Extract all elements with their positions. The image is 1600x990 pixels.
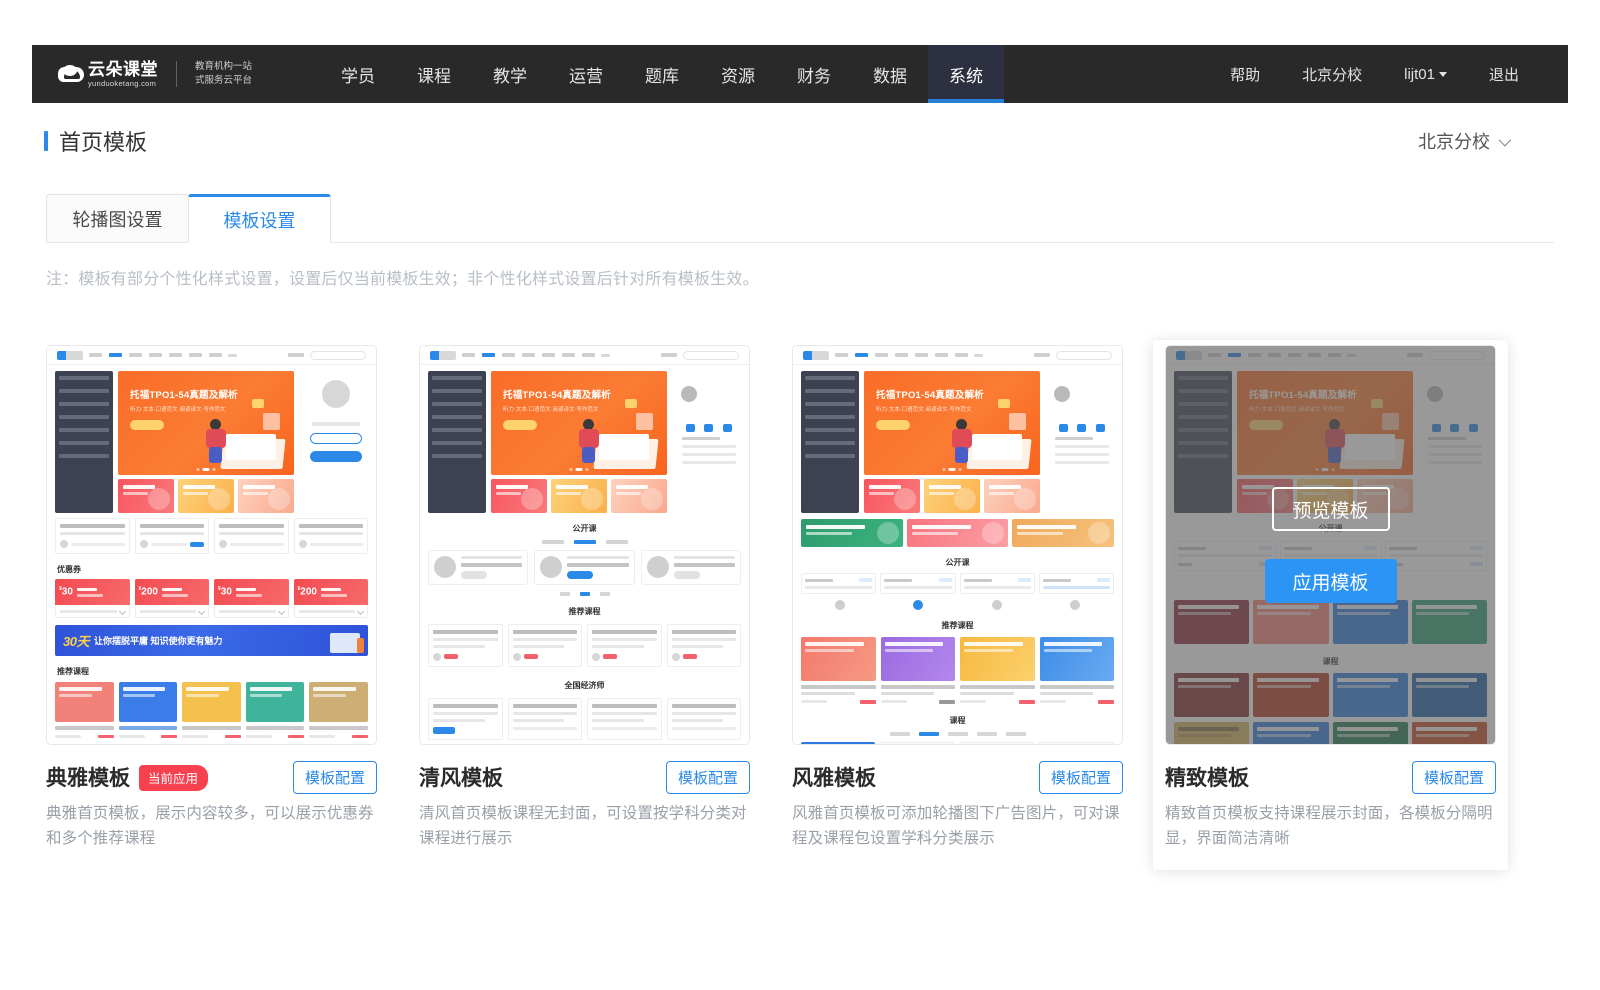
mock-section-recommend: 推荐课程 [428,606,741,617]
mock-wide-banner-text: 让你摆脱平庸 知识使你更有魅力 [94,634,223,647]
chevron-down-icon [1499,133,1512,146]
template-description: 清风首页模板课程无封面，可设置按学科分类对课程进行展示 [419,801,750,852]
mock-section-coupon: 优惠券 [57,564,368,575]
mock-section-openclass: 公开课 [801,557,1114,568]
brand-tagline: 教育机构一站 式服务云平台 [195,60,252,88]
template-config-button[interactable]: 模板配置 [1412,761,1496,794]
template-card-meta: 风雅模板 模板配置 风雅首页模板可添加轮播图下广告图片，可对课程及课程包设置学科… [792,762,1123,852]
main-nav-items: 学员 课程 教学 运营 题库 资源 财务 数据 系统 [320,45,1004,103]
template-name: 风雅模板 [792,762,876,792]
nav-item-teaching[interactable]: 教学 [472,45,548,103]
page-title: 首页模板 [44,125,147,157]
template-card-qingfeng[interactable]: 托福TPO1-54真题及解析 听力·文本·口语范文·阅读译文·写作范文 [419,345,750,870]
template-config-button[interactable]: 模板配置 [1039,761,1123,794]
nav-item-data[interactable]: 数据 [852,45,928,103]
template-name: 典雅模板 [46,762,130,792]
tagline-line-2: 式服务云平台 [195,74,252,88]
note-text: 注：模板有部分个性化样式设置，设置后仅当前模板生效；非个性化样式设置后针对所有模… [46,265,759,289]
template-thumbnail[interactable]: 托福TPO1-54真题及解析 听力·文本·口语范文·阅读译文·写作范文 [419,345,750,745]
template-card-jingzhi[interactable]: 托福TPO1-54真题及解析 听力·文本·口语范文·阅读译文·写作范文 [1153,340,1508,870]
apply-template-button[interactable]: 应用模板 [1265,559,1397,603]
status-badge: 当前应用 [139,765,208,791]
template-card-meta: 清风模板 模板配置 清风首页模板课程无封面，可设置按学科分类对课程进行展示 [419,762,750,852]
campus-label[interactable]: 北京分校 [1281,64,1383,85]
preview-template-button[interactable]: 预览模板 [1272,487,1390,531]
nav-item-courses[interactable]: 课程 [396,45,472,103]
chevron-down-icon [1439,72,1447,77]
template-hover-overlay: 预览模板 应用模板 [1166,346,1495,744]
app-root: 云朵课堂 yunduoketang.com 教育机构一站 式服务云平台 学员 课… [0,0,1600,990]
nav-item-finance[interactable]: 财务 [776,45,852,103]
campus-selector[interactable]: 北京分校 [1418,128,1508,154]
nav-item-system[interactable]: 系统 [928,45,1004,103]
brand-logo[interactable]: 云朵课堂 yunduoketang.com 教育机构一站 式服务云平台 [32,45,262,103]
logo-divider [176,61,177,87]
template-card-meta: 典雅模板 当前应用 模板配置 典雅首页模板，展示内容较多，可以展示优惠券和多个推… [46,762,377,852]
mock-section-recommend: 推荐课程 [57,666,368,677]
brand-domain: yunduoketang.com [88,80,158,88]
nav-item-resources[interactable]: 资源 [700,45,776,103]
template-preview-mock: 托福TPO1-54真题及解析 听力·文本·口语范文·阅读译文·写作范文 [420,346,749,744]
template-config-button[interactable]: 模板配置 [293,761,377,794]
template-config-button[interactable]: 模板配置 [666,761,750,794]
tab-bar: 轮播图设置 模板设置 [46,194,331,243]
cloud-logo-icon: 云朵课堂 yunduoketang.com [58,61,158,88]
template-preview-mock: 托福TPO1-54真题及解析 听力·文本·口语范文·阅读译文·写作范文 [793,346,1122,744]
template-name: 精致模板 [1165,762,1249,792]
template-card-fengya[interactable]: 托福TPO1-54真题及解析 听力·文本·口语范文·阅读译文·写作范文 [792,345,1123,870]
tagline-line-1: 教育机构一站 [195,60,252,74]
campus-selector-label: 北京分校 [1418,128,1490,154]
template-description: 精致首页模板支持课程展示封面，各模板分隔明显，界面简洁清晰 [1165,801,1496,852]
mock-wide-banner-number: 30天 [63,631,89,650]
tab-carousel-settings[interactable]: 轮播图设置 [46,194,189,243]
template-grid: 托福TPO1-54真题及解析 听力·文本·口语范文·阅读译文·写作范文 [46,345,1496,870]
title-accent-bar [44,131,48,151]
top-navigation-bar: 云朵课堂 yunduoketang.com 教育机构一站 式服务云平台 学员 课… [32,45,1568,103]
user-menu[interactable]: lijt01 [1383,66,1468,83]
mock-section-recommend: 推荐课程 [801,620,1114,631]
page-header: 首页模板 北京分校 [0,125,1600,171]
mock-section-openclass: 公开课 [428,523,741,534]
template-card-meta: 精致模板 模板配置 精致首页模板支持课程展示封面，各模板分隔明显，界面简洁清晰 [1153,762,1508,852]
nav-right-group: 帮助 北京分校 lijt01 退出 [1209,45,1568,103]
template-thumbnail[interactable]: 托福TPO1-54真题及解析 听力·文本·口语范文·阅读译文·写作范文 [1165,345,1496,745]
template-preview-mock: 托福TPO1-54真题及解析 听力·文本·口语范文·阅读译文·写作范文 [47,346,376,744]
template-card-dianya[interactable]: 托福TPO1-54真题及解析 听力·文本·口语范文·阅读译文·写作范文 [46,345,377,870]
mock-section-course: 课程 [801,715,1114,726]
tab-template-settings[interactable]: 模板设置 [188,194,331,243]
nav-item-question-bank[interactable]: 题库 [624,45,700,103]
template-thumbnail[interactable]: 托福TPO1-54真题及解析 听力·文本·口语范文·阅读译文·写作范文 [46,345,377,745]
logout-link[interactable]: 退出 [1468,64,1540,85]
mock-section-national: 全国经济师 [428,680,741,691]
nav-item-operations[interactable]: 运营 [548,45,624,103]
user-name: lijt01 [1404,66,1435,83]
template-description: 风雅首页模板可添加轮播图下广告图片，可对课程及课程包设置学科分类展示 [792,801,1123,852]
nav-item-students[interactable]: 学员 [320,45,396,103]
page-title-text: 首页模板 [59,125,147,157]
brand-name: 云朵课堂 [88,61,158,78]
template-thumbnail[interactable]: 托福TPO1-54真题及解析 听力·文本·口语范文·阅读译文·写作范文 [792,345,1123,745]
help-link[interactable]: 帮助 [1209,64,1281,85]
template-description: 典雅首页模板，展示内容较多，可以展示优惠券和多个推荐课程 [46,801,377,852]
template-name: 清风模板 [419,762,503,792]
